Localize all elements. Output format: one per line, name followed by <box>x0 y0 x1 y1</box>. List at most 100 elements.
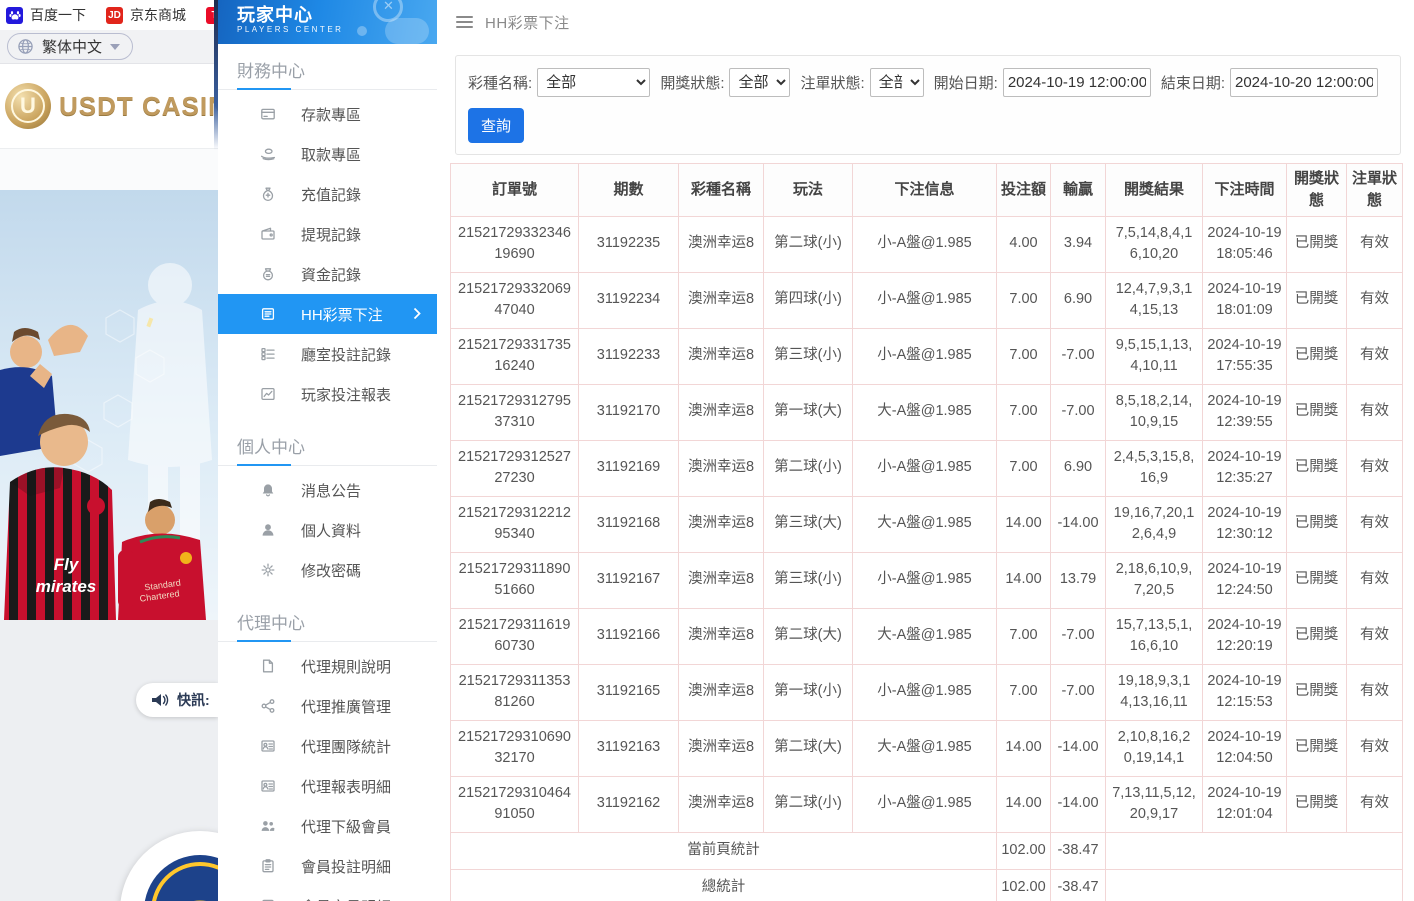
cell-draw-status: 已開獎 <box>1287 720 1347 776</box>
cell-order-no: 2152172933234619690 <box>451 216 579 272</box>
sidebar-item-recharge-record[interactable]: 充值記錄 <box>218 174 437 214</box>
cell-bet-time: 2024-10-19 12:35:27 <box>1203 440 1287 496</box>
cell-lottery-name: 澳洲幸运8 <box>679 608 764 664</box>
cell-bet-time: 2024-10-19 12:24:50 <box>1203 552 1287 608</box>
lottery-bets-icon <box>260 306 276 322</box>
sidebar-item-label: 廳室投註記錄 <box>301 344 391 365</box>
column-header: 玩法 <box>764 164 853 217</box>
cell-order-no: 2152172933206947040 <box>451 272 579 328</box>
cell-bet-time: 2024-10-19 12:30:12 <box>1203 496 1287 552</box>
sidebar-item-agent-rules[interactable]: 代理規則說明 <box>218 646 437 686</box>
warriors-logo-icon <box>141 852 218 901</box>
sidebar-item-deposit[interactable]: 存款專區 <box>218 94 437 134</box>
sidebar-item-agent-report-detail[interactable]: 代理報表明細 <box>218 766 437 806</box>
cell-win-loss: -14.00 <box>1051 720 1106 776</box>
cell-order-no: 2152172931069032170 <box>451 720 579 776</box>
hamburger-menu-icon[interactable] <box>456 16 473 28</box>
sidebar-item-funds-record[interactable]: 資金記錄 <box>218 254 437 294</box>
sidebar-item-label: 修改密碼 <box>301 560 361 581</box>
column-header: 期數 <box>579 164 679 217</box>
sidebar-section-title: 財務中心 <box>218 44 437 90</box>
cell-bet-amount: 7.00 <box>997 664 1051 720</box>
cell-bet-amount: 7.00 <box>997 384 1051 440</box>
search-button[interactable]: 查詢 <box>468 108 524 143</box>
deposit-icon <box>260 106 276 122</box>
start-date-label: 開始日期: <box>934 72 998 93</box>
sidebar-section-items: 代理規則說明代理推廣管理代理團隊統計代理報表明細代理下級會員會員投註明細會員交易… <box>218 642 437 901</box>
table-row: 215217293104649105031192162澳洲幸运8第二球(小)小-… <box>451 776 1403 832</box>
bookmarks-bar: 百度一下 JD 京东商城 T 天猫 <box>0 0 218 30</box>
gamepad-decoration-icon <box>385 18 429 44</box>
cell-order-no: 2152172931135381260 <box>451 664 579 720</box>
sidebar-item-agent-sub-members[interactable]: 代理下級會員 <box>218 806 437 846</box>
withdraw-icon <box>260 146 276 162</box>
warriors-logo-plate <box>120 831 218 901</box>
bookmark-jd[interactable]: JD 京东商城 <box>106 5 186 25</box>
hero-top-strip <box>0 148 218 190</box>
globe-icon <box>17 38 34 55</box>
cell-draw-status: 已開獎 <box>1287 496 1347 552</box>
sidebar-section-items: 存款專區取款專區充值記錄提現記錄資金記錄HH彩票下注廳室投註記錄玩家投注報表 <box>218 90 437 420</box>
sidebar-item-password[interactable]: 修改密碼 <box>218 550 437 590</box>
cell-win-loss: -7.00 <box>1051 664 1106 720</box>
cell-win-loss: -7.00 <box>1051 608 1106 664</box>
cell-bet-info: 小-A盤@1.985 <box>853 776 997 832</box>
cell-bet-time: 2024-10-19 12:39:55 <box>1203 384 1287 440</box>
order-status-select[interactable]: 全部 <box>870 68 924 97</box>
table-row: 215217293125272723031192169澳洲幸运8第二球(小)小-… <box>451 440 1403 496</box>
language-selector[interactable]: 繁体中文 <box>7 33 133 60</box>
chevron-right-icon <box>413 307 421 320</box>
grand-total-empty <box>1106 869 1403 901</box>
bookmark-baidu[interactable]: 百度一下 <box>6 5 86 25</box>
cell-draw-result: 12,4,7,9,3,14,15,13 <box>1106 272 1203 328</box>
column-header: 輸贏 <box>1051 164 1106 217</box>
cell-order-status: 有效 <box>1347 440 1403 496</box>
lottery-name-select[interactable]: 全部 <box>537 68 650 97</box>
cell-draw-status: 已開獎 <box>1287 272 1347 328</box>
speaker-icon <box>151 692 169 708</box>
draw-status-select[interactable]: 全部 <box>729 68 790 97</box>
end-date-input[interactable] <box>1230 68 1378 97</box>
column-header: 下注時間 <box>1203 164 1287 217</box>
cell-win-loss: -14.00 <box>1051 496 1106 552</box>
sidebar-item-member-trans-detail[interactable]: 會員交易明細 <box>218 886 437 901</box>
cell-period: 31192168 <box>579 496 679 552</box>
cell-period: 31192235 <box>579 216 679 272</box>
sidebar-item-hall-bets[interactable]: 廳室投註記錄 <box>218 334 437 374</box>
cell-draw-result: 7,13,11,5,12,20,9,17 <box>1106 776 1203 832</box>
sidebar-item-lottery-bets[interactable]: HH彩票下注 <box>218 294 437 334</box>
cell-period: 31192163 <box>579 720 679 776</box>
sidebar-item-withdraw[interactable]: 取款專區 <box>218 134 437 174</box>
chevron-down-icon <box>110 44 120 50</box>
cell-draw-result: 2,18,6,10,9,7,20,5 <box>1106 552 1203 608</box>
cell-bet-info: 小-A盤@1.985 <box>853 552 997 608</box>
sidebar-item-label: 消息公告 <box>301 480 361 501</box>
sidebar-item-profile[interactable]: 個人資料 <box>218 510 437 550</box>
cell-lottery-name: 澳洲幸运8 <box>679 552 764 608</box>
sidebar-item-notice[interactable]: 消息公告 <box>218 470 437 510</box>
cell-order-no: 2152172931161960730 <box>451 608 579 664</box>
cell-order-status: 有效 <box>1347 272 1403 328</box>
cell-draw-result: 7,5,14,8,4,16,10,20 <box>1106 216 1203 272</box>
password-icon <box>260 562 276 578</box>
table-row: 215217293320694704031192234澳洲幸运8第四球(小)小-… <box>451 272 1403 328</box>
column-header: 開獎結果 <box>1106 164 1203 217</box>
cell-period: 31192234 <box>579 272 679 328</box>
cell-win-loss: -7.00 <box>1051 384 1106 440</box>
sidebar-item-withdrawal-record[interactable]: 提現記錄 <box>218 214 437 254</box>
sidebar-item-player-report[interactable]: 玩家投注報表 <box>218 374 437 414</box>
cell-play-type: 第二球(大) <box>764 608 853 664</box>
start-date-input[interactable] <box>1003 68 1151 97</box>
sidebar-item-agent-promotion[interactable]: 代理推廣管理 <box>218 686 437 726</box>
cell-bet-time: 2024-10-19 12:20:19 <box>1203 608 1287 664</box>
recharge-record-icon <box>260 186 276 202</box>
cell-draw-status: 已開獎 <box>1287 328 1347 384</box>
page-lower-area: 快訊: <box>0 620 218 901</box>
sidebar-item-member-bet-detail[interactable]: 會員投註明細 <box>218 846 437 886</box>
svg-text:mirates: mirates <box>36 577 96 596</box>
column-header: 彩種名稱 <box>679 164 764 217</box>
sidebar-item-agent-team-stats[interactable]: 代理團隊統計 <box>218 726 437 766</box>
agent-team-stats-icon <box>260 738 276 754</box>
gamepad-decoration-icon <box>357 26 367 36</box>
cell-play-type: 第二球(大) <box>764 720 853 776</box>
